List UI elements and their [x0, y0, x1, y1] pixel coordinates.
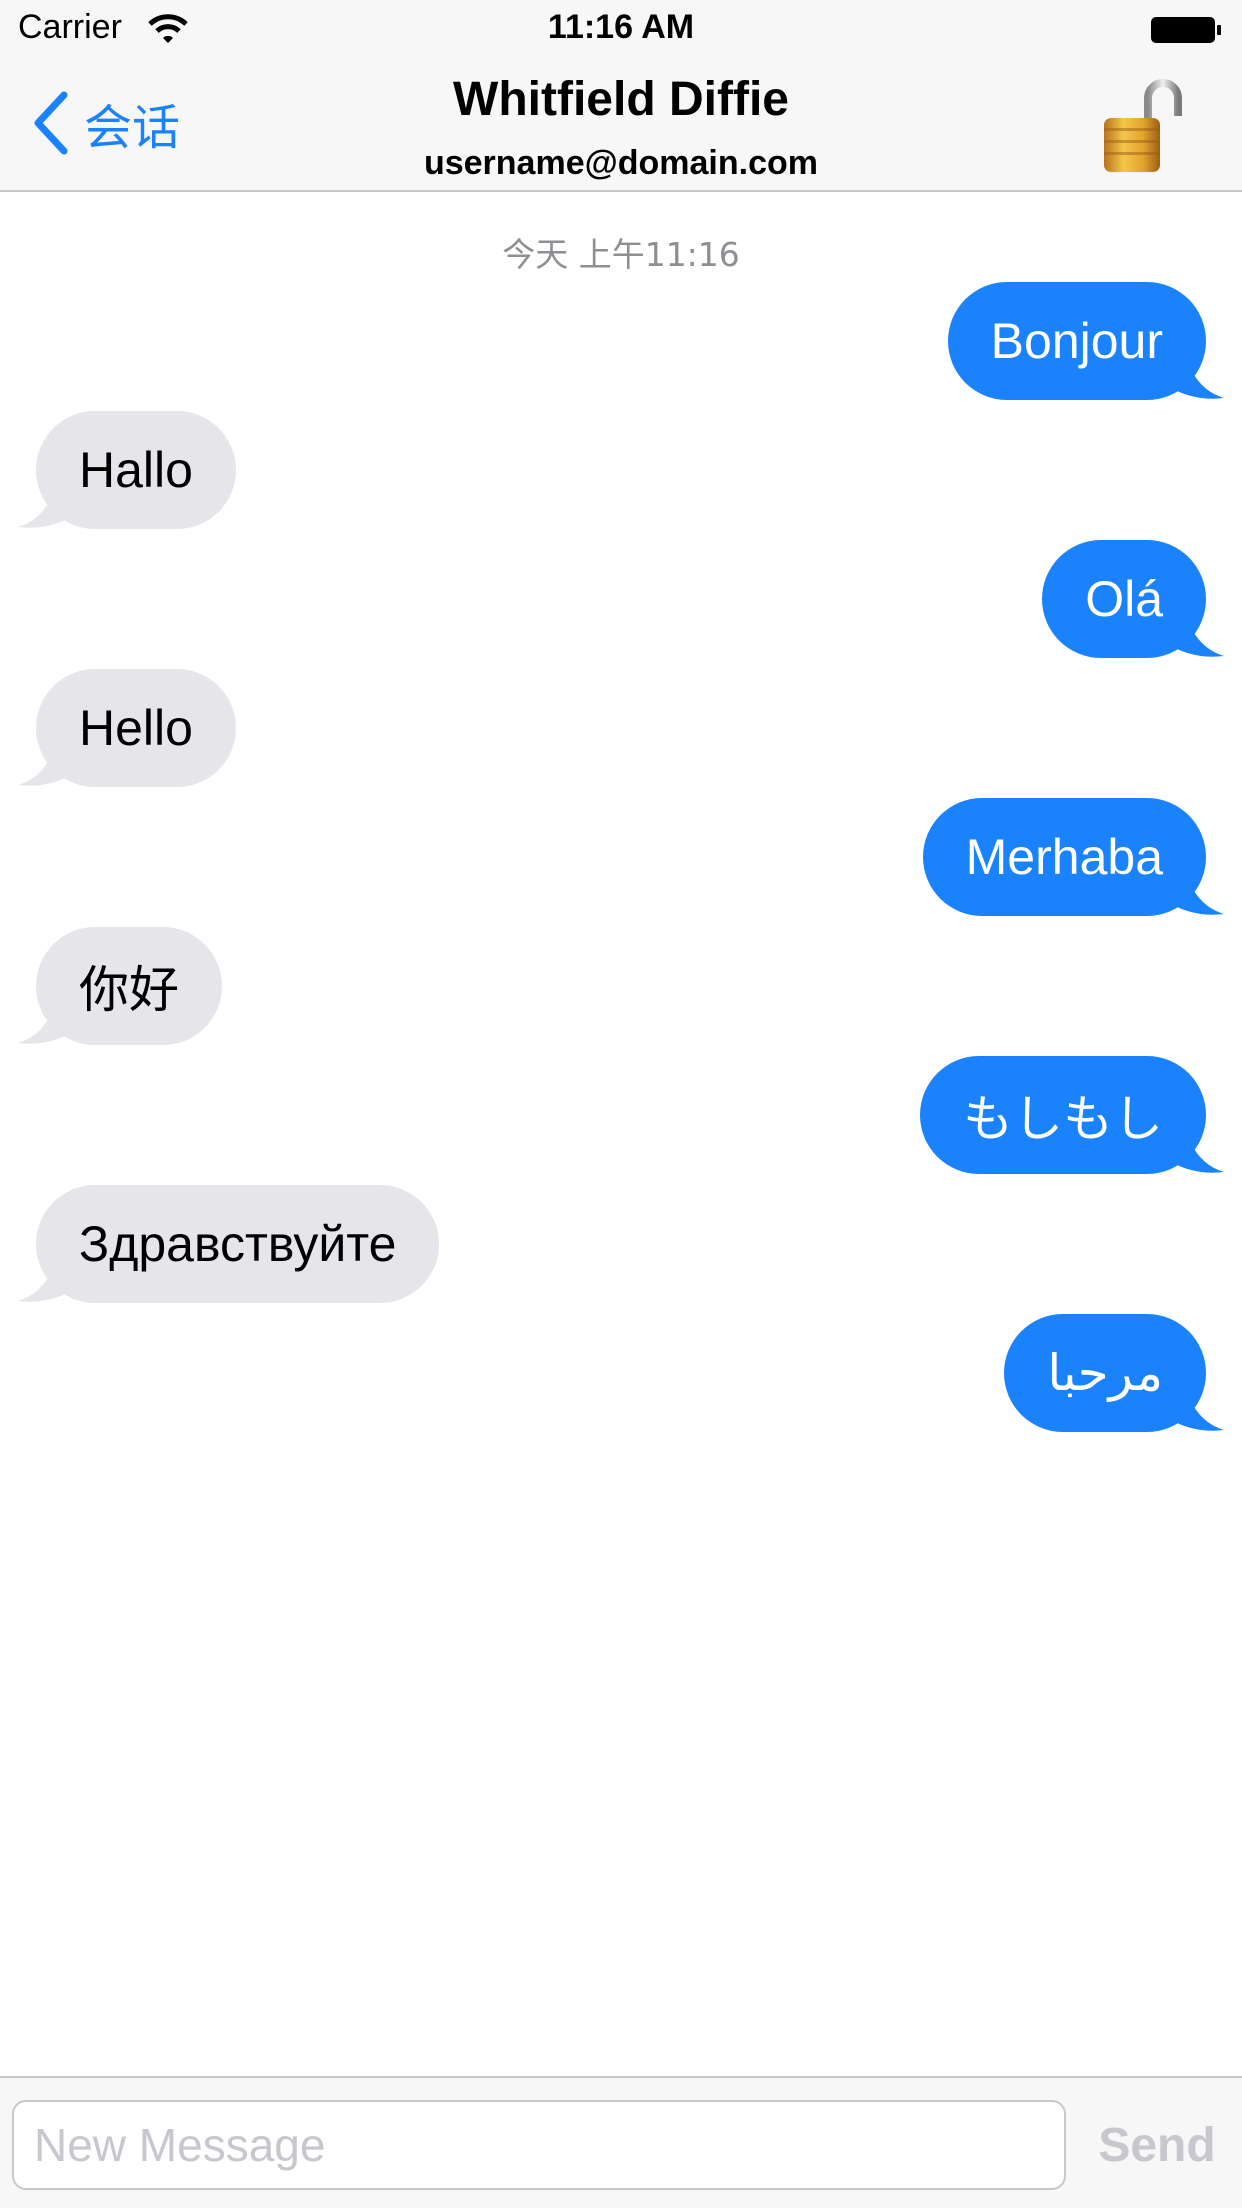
navigation-bar: 会话 Whitfield Diffie username@domain.com [0, 60, 1242, 192]
message-text: Merhaba [922, 798, 1206, 916]
message-text: مرحبا [1004, 1314, 1206, 1432]
battery-icon [1151, 17, 1221, 43]
message-text: もしもし [920, 1056, 1206, 1174]
message-text: Olá [1042, 540, 1206, 658]
message-text: Здравствуйте [36, 1185, 440, 1303]
message-input[interactable] [12, 2100, 1066, 2190]
contact-name: Whitfield Diffie [453, 73, 789, 126]
message-composer: Send [0, 2076, 1242, 2208]
message-text: 你好 [36, 927, 222, 1045]
message-outgoing[interactable]: もしもし [920, 1056, 1224, 1174]
status-bar: Carrier 11:16 AM [0, 0, 1242, 60]
status-time: 11:16 AM [547, 8, 695, 46]
message-outgoing[interactable]: مرحبا [1004, 1314, 1224, 1432]
message-incoming[interactable]: Hello [18, 669, 236, 787]
unlocked-padlock-icon[interactable] [1096, 76, 1186, 176]
contact-email: username@domain.com [423, 144, 819, 182]
message-incoming[interactable]: Здравствуйте [18, 1185, 440, 1303]
message-outgoing[interactable]: Bonjour [947, 282, 1224, 400]
message-outgoing[interactable]: Olá [1042, 540, 1224, 658]
message-incoming[interactable]: 你好 [18, 927, 222, 1045]
message-text: Hallo [36, 411, 236, 529]
message-incoming[interactable]: Hallo [18, 411, 236, 529]
message-text: Bonjour [947, 282, 1206, 400]
conversation-timestamp: 今天 上午11:16 [502, 235, 740, 274]
message-text: Hello [36, 669, 236, 787]
message-outgoing[interactable]: Merhaba [922, 798, 1224, 916]
send-button[interactable]: Send [1082, 2100, 1232, 2190]
